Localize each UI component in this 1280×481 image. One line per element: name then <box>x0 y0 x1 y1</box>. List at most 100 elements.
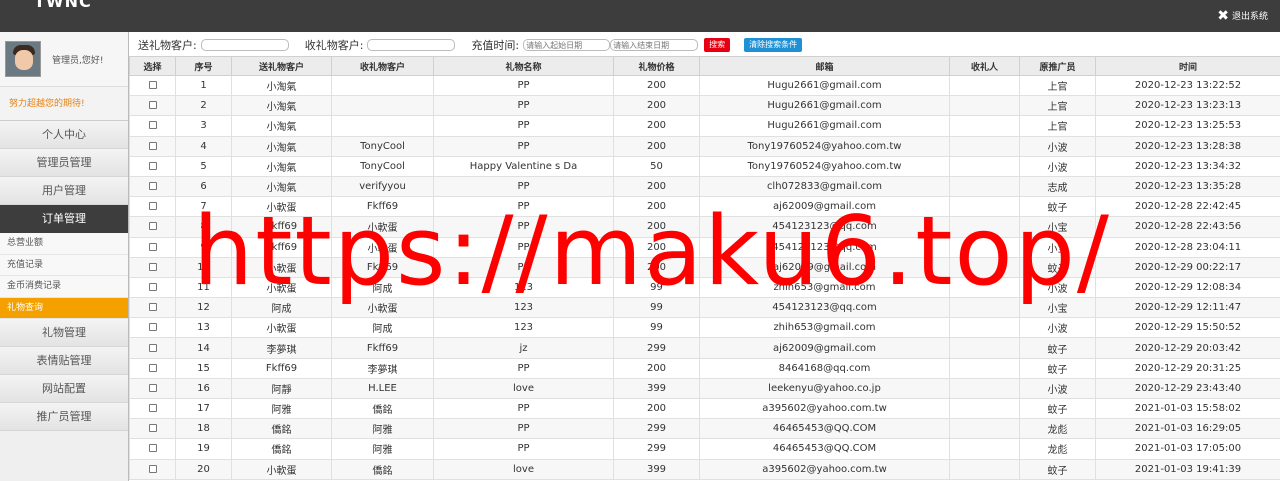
table-cell: Hugu2661@gmail.com <box>699 74 950 97</box>
table-cell: PP <box>433 175 614 198</box>
table-row[interactable]: 18 僑銘 阿雅 PP 299 46465453@QQ.COM 龙彪 2021-01-03 1… <box>129 418 1280 440</box>
sidebar-menu-item[interactable]: 网站配置 <box>0 375 128 403</box>
row-checkbox[interactable] <box>148 222 157 231</box>
table-cell: 小淘氣 <box>231 155 332 177</box>
table-row[interactable]: 15 Fkff69 李夢琪 PP 200 8464168@qq.com 蚊子 2020-12-… <box>129 357 1280 379</box>
row-checkbox[interactable] <box>148 81 157 90</box>
row-checkbox[interactable] <box>148 101 157 110</box>
clear-filters-button[interactable]: 清除搜索条件 <box>744 38 803 52</box>
table-cell: 17 <box>175 397 232 420</box>
table-row[interactable]: 14 李夢琪 Fkff69 jz 299 aj62009@gmail.com 蚊子 2020-… <box>129 337 1280 359</box>
column-header[interactable]: 选择 <box>129 56 176 76</box>
table-cell: 99 <box>613 297 700 319</box>
logout-button[interactable]: ✖ 退出系统 <box>1217 9 1268 23</box>
table-row[interactable]: 7 小軟蛋 Fkff69 PP 200 aj62009@gmail.com 蚊子 2020-1… <box>129 196 1280 218</box>
table-cell: Fkff69 <box>331 337 434 359</box>
column-header[interactable]: 时间 <box>1095 56 1280 76</box>
table-cell: verifyyou <box>331 175 434 198</box>
table-row[interactable]: 10 小軟蛋 Fkff69 PP 200 aj62009@gmail.com 蚊子 2020-… <box>129 256 1280 278</box>
table-row[interactable]: 4 小淘氣 TonyCool PP 200 Tony19760524@yahoo.com.… <box>129 135 1280 157</box>
table-cell: 4 <box>175 135 232 157</box>
table-row[interactable]: 8 Fkff69 小軟蛋 PP 200 454123123@qq.com 小宝 2020-12… <box>129 216 1280 238</box>
table-cell: 299 <box>613 418 700 440</box>
table-cell: 200 <box>613 256 700 278</box>
row-checkbox[interactable] <box>148 182 157 191</box>
column-header[interactable]: 礼物名称 <box>433 56 614 76</box>
table-row[interactable]: 20 小軟蛋 僑銘 love 399 a395602@yahoo.com.tw 蚊子 2021… <box>129 458 1280 480</box>
row-checkbox[interactable] <box>148 121 157 130</box>
column-header[interactable]: 收礼人 <box>949 56 1020 76</box>
table-cell: 小波 <box>1019 155 1096 177</box>
row-checkbox[interactable] <box>148 161 157 170</box>
row-checkbox[interactable] <box>148 303 157 312</box>
table-cell: 龙彪 <box>1019 438 1096 460</box>
table-cell: jz <box>433 337 614 359</box>
column-header[interactable]: 送礼物客户 <box>231 56 332 76</box>
sidebar-menu-item[interactable]: 表情贴管理 <box>0 347 128 375</box>
sender-input[interactable] <box>200 39 289 51</box>
table-cell <box>949 175 1020 198</box>
sidebar-submenu-item[interactable]: 总营业额 <box>0 233 128 255</box>
column-header[interactable]: 序号 <box>175 56 232 76</box>
start-date-input[interactable] <box>523 39 611 51</box>
sidebar-submenu-item[interactable]: 金币消费记录 <box>0 276 128 298</box>
table-cell: 200 <box>613 236 700 258</box>
table-cell: 阿雅 <box>231 397 332 420</box>
table-cell: love <box>433 458 614 480</box>
table-row[interactable]: 13 小軟蛋 阿成 123 99 zhih653@gmail.com 小波 2020-12-2… <box>129 317 1280 339</box>
table-row[interactable]: 2 小淘氣 PP 200 Hugu2661@gmail.com 上官 2020-12-23 … <box>129 95 1280 117</box>
sidebar-submenu-item[interactable]: 礼物查询 <box>0 297 128 319</box>
column-header[interactable]: 原推广员 <box>1019 56 1096 76</box>
table-row[interactable]: 5 小淘氣 TonyCool Happy Valentine s Da 50 Tony19… <box>129 155 1280 177</box>
table-cell: 200 <box>613 115 700 137</box>
table-row[interactable]: 17 阿雅 僑銘 PP 200 a395602@yahoo.com.tw 蚊子 2021-01… <box>129 397 1280 420</box>
row-checkbox[interactable] <box>148 464 157 473</box>
row-checkbox[interactable] <box>148 383 157 392</box>
table-cell <box>949 74 1020 97</box>
table-cell: PP <box>433 216 614 238</box>
table-cell: 2020-12-29 23:43:40 <box>1095 377 1280 400</box>
row-checkbox[interactable] <box>148 424 157 433</box>
end-date-input[interactable] <box>610 39 699 51</box>
column-header[interactable]: 收礼物客户 <box>331 56 434 76</box>
row-checkbox[interactable] <box>148 444 157 453</box>
row-checkbox[interactable] <box>148 343 157 352</box>
table-cell: 小淘氣 <box>231 175 332 198</box>
table-cell: 200 <box>613 216 700 238</box>
row-checkbox[interactable] <box>148 323 157 332</box>
table-cell: PP <box>433 438 614 460</box>
table-cell: PP <box>433 418 614 440</box>
table-row[interactable]: 3 小淘氣 PP 200 Hugu2661@gmail.com 上官 2020-12-23 … <box>129 115 1280 137</box>
sidebar-menu-item[interactable]: 用户管理 <box>0 177 128 205</box>
table-row[interactable]: 16 阿靜 H.LEE love 399 leekenyu@yahoo.co.jp 小波 20… <box>129 377 1280 400</box>
table-cell: 蚊子 <box>1019 357 1096 379</box>
table-row[interactable]: 19 僑銘 阿雅 PP 299 46465453@QQ.COM 龙彪 2021-01-03 1… <box>129 438 1280 460</box>
table-row[interactable]: 9 Fkff69 小軟蛋 PP 200 454123123@qq.com 小宝 2020-12… <box>129 236 1280 258</box>
column-header[interactable]: 礼物价格 <box>613 56 700 76</box>
sidebar-menu-item[interactable]: 礼物管理 <box>0 319 128 347</box>
table-row[interactable]: 12 阿成 小軟蛋 123 99 454123123@qq.com 小宝 2020-12-29… <box>129 297 1280 319</box>
sidebar-menu-item[interactable]: 个人中心 <box>0 121 128 149</box>
row-checkbox[interactable] <box>148 282 157 291</box>
table-cell: Hugu2661@gmail.com <box>699 95 950 117</box>
table-row[interactable]: 6 小淘氣 verifyyou PP 200 clh072833@gmail.com 志成 2… <box>129 175 1280 198</box>
table-cell: 蚊子 <box>1019 458 1096 480</box>
sidebar-menu-item[interactable]: 推广员管理 <box>0 403 128 431</box>
search-button[interactable]: 搜索 <box>704 38 731 52</box>
sidebar-menu-item[interactable]: 管理员管理 <box>0 149 128 177</box>
table-row[interactable]: 1 小淘氣 PP 200 Hugu2661@gmail.com 上官 2020-12-23 … <box>129 74 1280 97</box>
table-row[interactable]: 11 小軟蛋 阿成 123 99 zhih653@gmail.com 小波 2020-12-2… <box>129 276 1280 299</box>
receiver-input[interactable] <box>367 39 456 51</box>
row-checkbox[interactable] <box>148 242 157 251</box>
row-checkbox[interactable] <box>148 363 157 372</box>
row-checkbox[interactable] <box>148 141 157 150</box>
brand-logo: TWNC <box>34 0 92 11</box>
row-checkbox[interactable] <box>148 202 157 211</box>
recharge-time-label: 充值时间: <box>471 39 520 52</box>
column-header[interactable]: 邮箱 <box>699 56 950 76</box>
sidebar-menu-item[interactable]: 订单管理 <box>0 205 128 233</box>
table-cell <box>949 216 1020 238</box>
sidebar-submenu-item[interactable]: 充值记录 <box>0 254 128 276</box>
row-checkbox[interactable] <box>148 262 157 271</box>
row-checkbox[interactable] <box>148 404 157 413</box>
